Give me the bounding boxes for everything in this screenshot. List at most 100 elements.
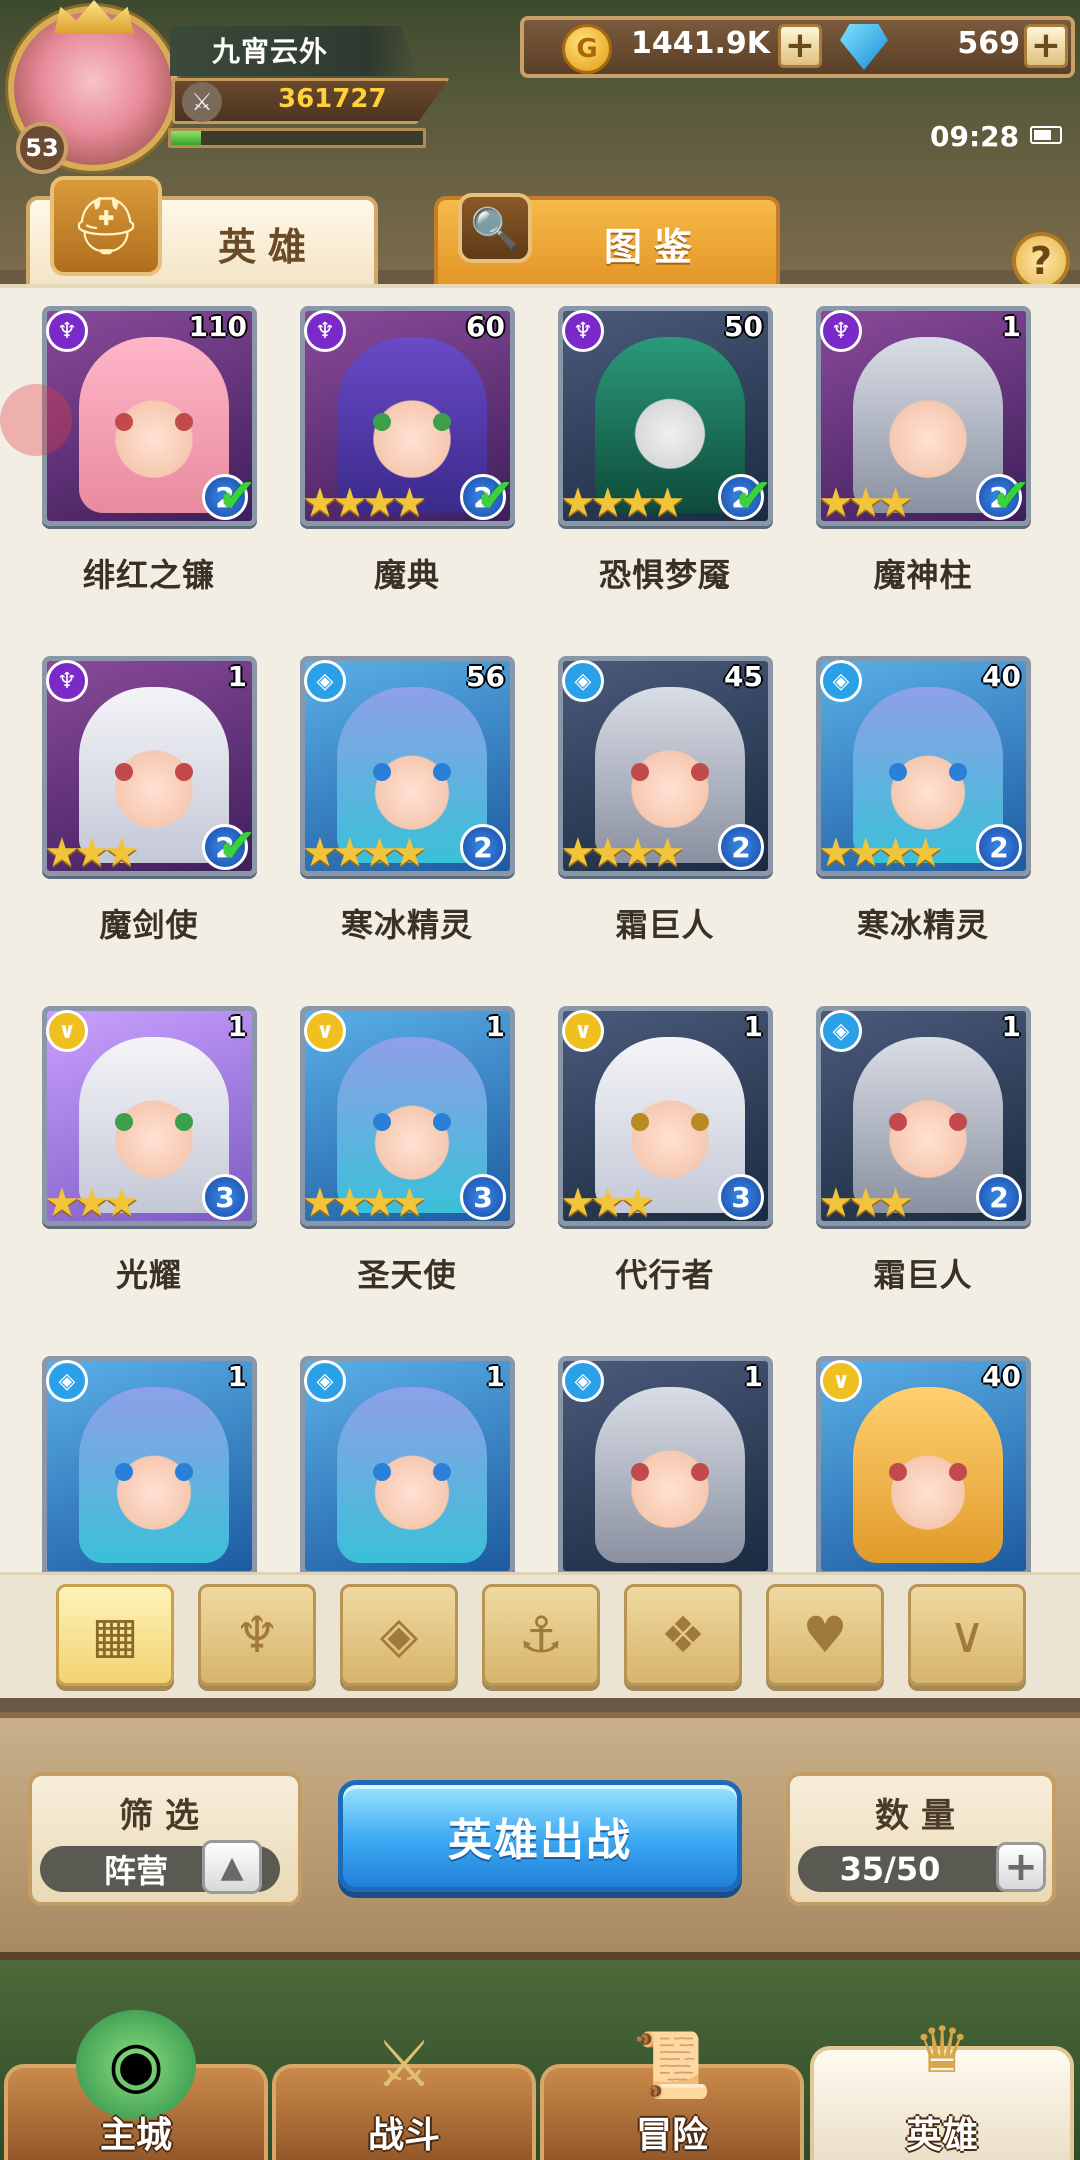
hero-card[interactable]: ♆ 1 ★★★ 2 ✔ xyxy=(816,306,1031,530)
hero-level: 1 xyxy=(227,1010,247,1043)
deploy-heroes-button[interactable]: 英雄出战 xyxy=(338,1780,742,1892)
hero-card[interactable]: ◈ 40 ★★★★ 2 xyxy=(816,656,1031,880)
faction-badge-icon: ◈ xyxy=(820,660,862,702)
hero-card[interactable]: ♆ 50 ★★★★ 2 ✔ xyxy=(558,306,773,530)
hero-card[interactable]: ∨ 40 xyxy=(816,1356,1031,1574)
water-crystal-icon: ◈ xyxy=(379,1606,419,1664)
hero-stars: ★★★★ xyxy=(560,480,685,526)
hero-level: 45 xyxy=(724,660,763,693)
hero-portrait xyxy=(79,1387,229,1563)
faction-badge-icon: ◈ xyxy=(562,1360,604,1402)
hero-name: 圣天使 xyxy=(357,1256,457,1294)
hero-level: 56 xyxy=(466,660,505,693)
hero-card[interactable]: ◈ 1 xyxy=(558,1356,773,1574)
hero-card[interactable]: ∨ 1 ★★★★ 3 xyxy=(300,1006,515,1230)
deployed-check-icon: ✔ xyxy=(218,818,257,872)
faction-badge-icon: ♆ xyxy=(562,310,604,352)
castle-portal-icon: ◉ xyxy=(76,2010,196,2120)
hero-name: 霜巨人 xyxy=(615,906,715,944)
hero-name: 魔神柱 xyxy=(873,556,973,594)
hero-level: 110 xyxy=(188,310,247,343)
add-gems-button[interactable]: + xyxy=(1024,24,1068,68)
experience-bar xyxy=(168,128,426,148)
nav-heroes-label: 英雄 xyxy=(905,2115,978,2156)
hero-card[interactable]: ∨ 1 ★★★ 3 xyxy=(42,1006,257,1230)
filter-dark-button[interactable]: ♥ xyxy=(766,1584,884,1686)
filter-water-button[interactable]: ◈ xyxy=(340,1584,458,1686)
add-gold-button[interactable]: + xyxy=(778,24,822,68)
hero-name: 绯红之镰 xyxy=(82,556,215,594)
hero-level: 1 xyxy=(227,660,247,693)
anchor-icon: ⚓ xyxy=(518,1606,564,1664)
hero-card[interactable]: ∨ 1 ★★★ 3 xyxy=(558,1006,773,1230)
gem-amount: 569 xyxy=(957,26,1020,61)
filter-anchor-button[interactable]: ⚓ xyxy=(482,1584,600,1686)
status-clock: 09:28 xyxy=(930,120,1020,153)
hero-level: 50 xyxy=(724,310,763,343)
hero-card[interactable]: ◈ 45 ★★★★ 2 xyxy=(558,656,773,880)
hero-name: 魔剑使 xyxy=(99,906,199,944)
player-name: 九宵云外 xyxy=(212,35,329,68)
faction-badge-icon: ◈ xyxy=(46,1360,88,1402)
nav-battle-label: 战斗 xyxy=(367,2115,440,2156)
hero-card[interactable]: ◈ 1 xyxy=(42,1356,257,1574)
battery-icon xyxy=(1030,126,1062,144)
hero-portrait xyxy=(595,1387,745,1563)
hero-level: 1 xyxy=(1001,1010,1021,1043)
expand-capacity-button[interactable]: + xyxy=(996,1842,1046,1892)
faction-badge-icon: ◈ xyxy=(820,1010,862,1052)
hero-level: 1 xyxy=(227,1360,247,1393)
deployed-check-icon: ✔ xyxy=(992,468,1031,522)
filter-light-button[interactable]: ∨ xyxy=(908,1584,1026,1686)
notification-mark-icon xyxy=(0,384,72,456)
hero-level: 1 xyxy=(485,1360,505,1393)
crossed-swords-power-icon: ⚔ xyxy=(182,82,222,122)
hero-grade-badge: 3 xyxy=(202,1174,248,1220)
hero-name: 魔典 xyxy=(373,556,440,594)
filter-nature-button[interactable]: ♆ xyxy=(198,1584,316,1686)
knight-helmet-icon: ⛑ xyxy=(50,176,162,276)
hero-name: 寒冰精灵 xyxy=(856,906,989,944)
hero-card[interactable]: ◈ 56 ★★★★ 2 xyxy=(300,656,515,880)
hero-stars: ★★★★ xyxy=(302,1180,427,1226)
tab-codex[interactable]: 🔍 图鉴 xyxy=(434,193,780,286)
faction-badge-icon: ♆ xyxy=(46,310,88,352)
filter-all-button[interactable]: ▦ xyxy=(56,1584,174,1686)
hero-helmet-icon: ♛ xyxy=(913,2014,971,2088)
hero-card[interactable]: ♆ 110 2 ✔ xyxy=(42,306,257,530)
hero-grade-badge: 3 xyxy=(460,1174,506,1220)
hero-portrait xyxy=(337,1387,487,1563)
magnifier-book-icon: 🔍 xyxy=(458,193,532,263)
hero-grade-badge: 2 xyxy=(460,824,506,870)
hero-card[interactable]: ♆ 1 ★★★ 2 ✔ xyxy=(42,656,257,880)
deployed-check-icon: ✔ xyxy=(734,468,773,522)
gold-amount: 1441.9K xyxy=(630,26,770,61)
hero-name: 霜巨人 xyxy=(873,1256,973,1294)
faction-badge-icon: ◈ xyxy=(304,660,346,702)
faction-badge-icon: ♆ xyxy=(46,660,88,702)
tab-heroes[interactable]: ⛑ 英雄 xyxy=(26,176,378,286)
hero-card[interactable]: ◈ 1 xyxy=(300,1356,515,1574)
hero-name: 寒冰精灵 xyxy=(340,906,473,944)
faction-badge-icon: ∨ xyxy=(304,1010,346,1052)
gold-coin-icon: G xyxy=(562,24,612,74)
hero-level: 40 xyxy=(982,1360,1021,1393)
deployed-check-icon: ✔ xyxy=(476,468,515,522)
hero-card[interactable]: ♆ 60 ★★★★ 2 ✔ xyxy=(300,306,515,530)
experience-bar-fill xyxy=(171,131,202,145)
hero-level: 60 xyxy=(466,310,505,343)
tab-heroes-label: 英雄 xyxy=(217,224,318,269)
crossed-swords-icon: ⚔ xyxy=(375,2028,433,2102)
player-level-badge: 53 xyxy=(16,122,68,174)
hero-card[interactable]: ◈ 1 ★★★ 2 xyxy=(816,1006,1031,1230)
demon-horns-icon: ♥ xyxy=(802,1606,848,1664)
hero-stars: ★★★ xyxy=(560,1180,656,1226)
hero-level: 1 xyxy=(485,1010,505,1043)
help-button[interactable]: ? xyxy=(1012,232,1070,290)
hero-stars: ★★★★ xyxy=(302,830,427,876)
triangle-up-icon[interactable]: ▲ xyxy=(202,1840,262,1894)
hero-name: 恐惧梦魇 xyxy=(598,556,731,594)
hero-stars: ★★★★ xyxy=(302,480,427,526)
hero-level: 1 xyxy=(1001,310,1021,343)
filter-beast-button[interactable]: ❖ xyxy=(624,1584,742,1686)
